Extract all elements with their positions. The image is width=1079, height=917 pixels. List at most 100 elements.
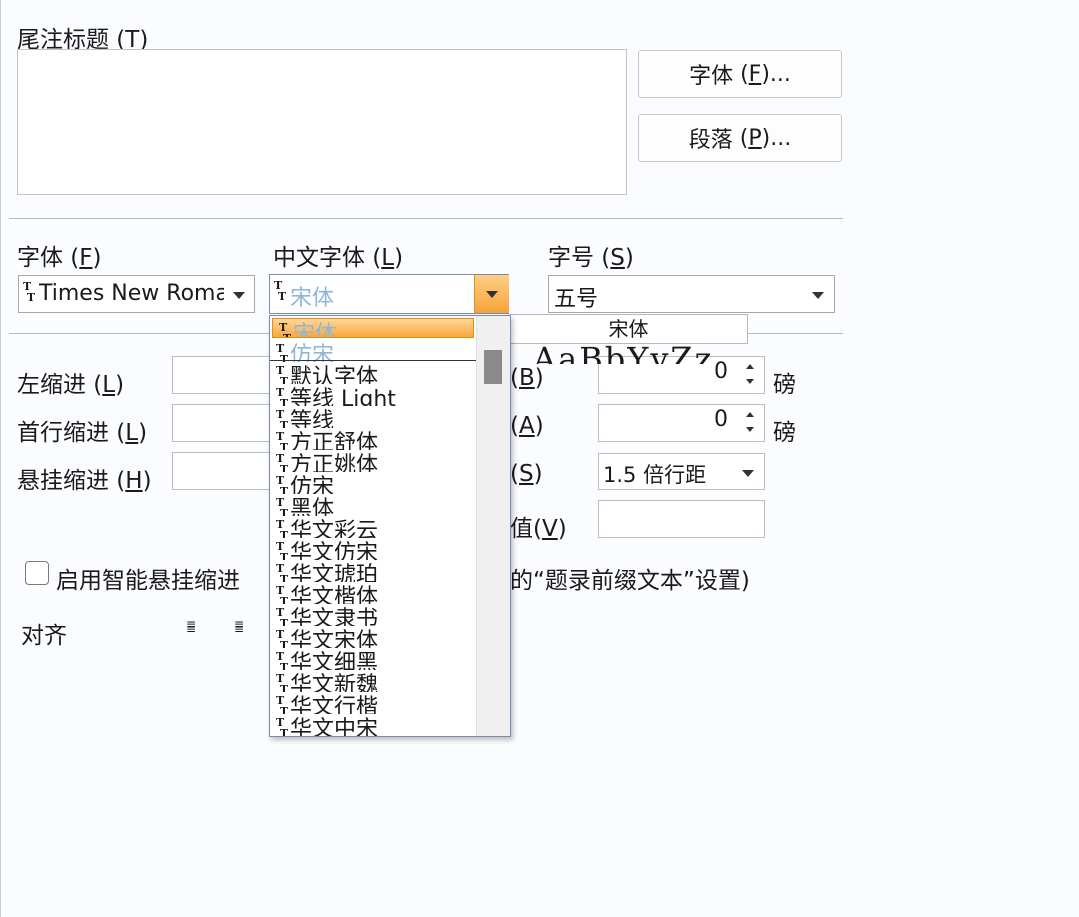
chinese-font-dropdown-list[interactable]: T T宋体T T仿宋T T默认字体T T等线 LightT T等线T T方正舒体… [269,315,511,737]
font-list-item[interactable]: T T 华文新魏 [270,670,476,692]
font-list-item[interactable]: T T 华文楷体 [270,582,476,604]
first-line-indent-input[interactable] [172,404,272,442]
font-list-item-label: 默认字体 [290,365,379,384]
truetype-icon: T T [276,650,289,670]
spin-down-icon[interactable] [746,427,754,432]
font-list-item-label: 方正姚体 [290,453,379,472]
font-list-item[interactable]: T T 黑体 [270,494,476,516]
align-left-icon[interactable]: ≡ ≡ [186,618,196,635]
spin-down-icon[interactable] [746,379,754,384]
truetype-icon: T T [276,430,289,450]
align-center-icon[interactable]: ≡ ≡ [234,618,244,635]
spacing-before-unit: 磅 [773,372,796,398]
truetype-icon: T T [23,280,36,304]
font-list-item[interactable]: T T 默认字体 [270,362,476,384]
truetype-icon: T T [279,321,291,337]
scrollbar-thumb[interactable] [484,350,502,384]
hanging-indent-input[interactable] [172,452,272,490]
font-list-item[interactable]: T T 仿宋 [270,340,476,362]
font-list-item-label: 等线 Light [290,387,396,406]
font-list-item[interactable]: T T 华文中宋 [270,714,476,736]
spacing-before-label: (B) [510,365,544,391]
font-size-combo[interactable]: 五号 [548,275,835,313]
chevron-down-icon[interactable] [233,292,245,299]
truetype-icon: T T [276,540,289,560]
font-list-item-label: 华文楷体 [290,585,379,604]
left-indent-input[interactable] [172,356,272,394]
left-indent-label: 左缩进 (L) [17,372,125,398]
truetype-icon: T T [276,408,289,428]
spacing-after-value: 0 [714,407,728,432]
font-list-item[interactable]: T T 华文行楷 [270,692,476,714]
font-list-item[interactable]: T T 华文仿宋 [270,538,476,560]
font-list-item[interactable]: T T 等线 Light [270,384,476,406]
spacing-after-label: (A) [510,413,544,439]
font-list-item-label: 华文细黑 [290,651,379,670]
chinese-font-combo[interactable]: T T 宋体 [269,274,509,314]
font-list-item-label: 华文宋体 [290,629,379,648]
smart-hanging-indent-label: 启用智能悬挂缩进 [56,568,240,594]
font-list-item-label: 华文彩云 [290,519,379,538]
truetype-icon: T T [276,716,289,736]
font-list-item[interactable]: T T 华文细黑 [270,648,476,670]
truetype-icon: T T [276,496,289,516]
truetype-icon: T T [276,584,289,604]
western-font-combo[interactable]: T T Times New Roma [18,275,255,313]
line-spacing-combo[interactable]: 1.5 倍行距 [598,453,765,490]
truetype-icon: T T [276,694,289,714]
first-line-indent-label: 首行缩进 (L) [17,420,148,446]
truetype-icon: T T [276,628,289,648]
smart-hanging-indent-note: 的“题录前缀文本”设置) [510,568,750,594]
font-list-item[interactable]: T T 华文宋体 [270,626,476,648]
chevron-down-icon[interactable] [742,470,754,477]
font-list-item-label: 华文中宋 [290,717,379,736]
truetype-icon: T T [274,279,287,303]
font-size-value: 五号 [554,287,599,312]
dropdown-scrollbar[interactable] [476,316,510,736]
spin-up-icon[interactable] [746,412,754,417]
spacing-after-spinner[interactable]: 0 [598,404,765,442]
font-list-item[interactable]: T T 方正舒体 [270,428,476,450]
spin-up-icon[interactable] [746,364,754,369]
font-list-item[interactable]: T T 华文琥珀 [270,560,476,582]
line-spacing-value: 1.5 倍行距 [603,463,707,487]
align-label: 对齐 [21,623,67,649]
font-list-item-label: 华文新魏 [290,673,379,692]
chinese-font-label: 中文字体 (L) [273,245,404,271]
chinese-font-dropdown-button[interactable] [474,275,509,313]
font-list-item[interactable]: T T 华文彩云 [270,516,476,538]
line-spacing-value-input[interactable] [598,500,765,538]
truetype-icon: T T [276,518,289,538]
font-list-item-label: 华文琥珀 [290,563,379,582]
separator [9,218,843,219]
font-list-item-label: 宋体 [293,322,338,338]
font-list-item-label: 华文隶书 [290,607,379,626]
recent-fonts-divider [270,360,476,361]
chinese-font-value: 宋体 [290,286,335,311]
paragraph-button[interactable]: 段落 (P)... [638,114,842,162]
value-label: 值(V) [510,516,567,542]
endnote-title-textarea[interactable] [17,49,627,195]
printer-font-icon: T T [276,364,289,384]
font-list-item[interactable]: T T宋体 [272,318,474,338]
font-button[interactable]: 字体 (F)... [638,50,842,98]
truetype-icon: T T [276,562,289,582]
font-list-item-label: 方正舒体 [290,431,379,450]
smart-hanging-indent-checkbox[interactable] [25,561,49,585]
chevron-down-icon [486,291,498,298]
font-list-item-label: 仿宋 [290,343,335,362]
font-list-item[interactable]: T T 华文隶书 [270,604,476,626]
chevron-down-icon[interactable] [812,292,824,299]
font-list-item-label: 华文行楷 [290,695,379,714]
font-list-item[interactable]: T T 等线 [270,406,476,428]
western-font-value: Times New Roma [39,281,224,306]
font-list-item[interactable]: T T 方正姚体 [270,450,476,472]
truetype-icon: T T [276,672,289,692]
western-font-label: 字体 (F) [17,245,102,271]
font-name-tooltip: 宋体 [509,314,748,344]
font-list-item-label: 华文仿宋 [290,541,379,560]
font-list-item-label: 仿宋 [290,475,335,494]
truetype-icon: T T [276,452,289,472]
font-list-item[interactable]: T T 仿宋 [270,472,476,494]
truetype-icon: T T [276,386,289,406]
